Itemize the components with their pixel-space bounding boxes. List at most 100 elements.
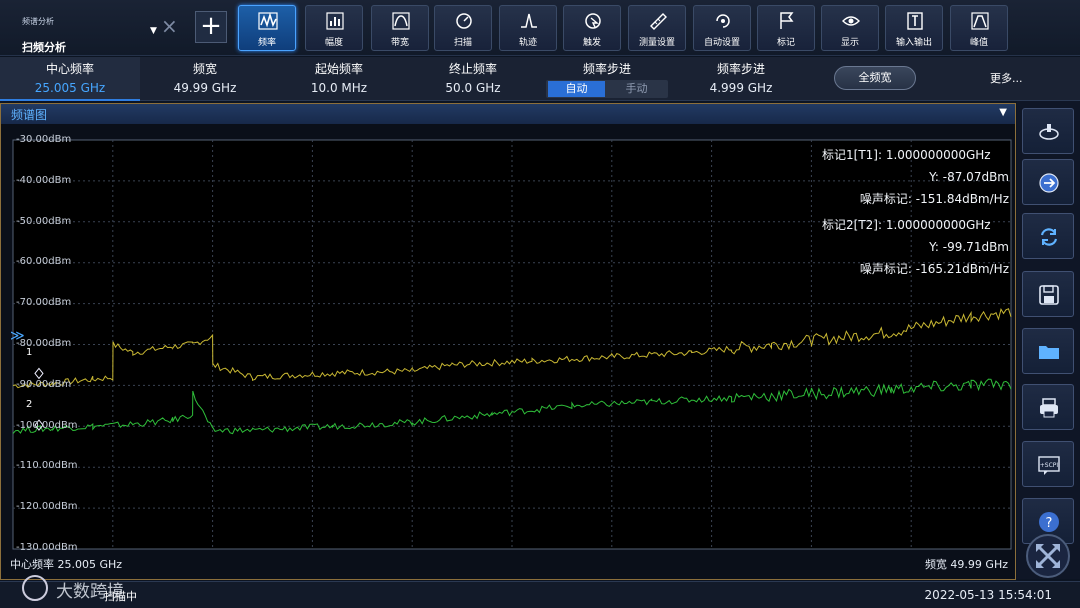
sidebar-button-folder[interactable] (1022, 328, 1074, 374)
refresh-icon (1040, 228, 1058, 246)
center-frequency-value: 25.005 GHz (34, 81, 106, 95)
toolbar-button-label: 带宽 (390, 38, 409, 48)
y-axis-tick-label: -30.00dBm (16, 134, 72, 145)
scpi-icon: +SCPI (1038, 456, 1060, 475)
y-axis-tick-label: -50.00dBm (16, 215, 72, 227)
frequency-step-value: 4.999 GHz (709, 81, 773, 95)
stop-frequency-param[interactable]: 终止频率 50.0 GHz (408, 57, 538, 101)
span-label: 频宽 (192, 62, 217, 76)
stop-frequency-label: 终止频率 (448, 62, 497, 76)
toolbar-button-amplitude[interactable]: 幅度 (305, 5, 363, 51)
toolbar-button-label: 轨迹 (518, 38, 537, 48)
y-axis-tick-label: -70.00dBm (16, 297, 72, 309)
double-chevron-right-icon[interactable]: ≫ (10, 328, 25, 344)
marker2-noise: 噪声标记: -165.21dBm/Hz (859, 262, 1009, 276)
mode-name: 扫频分析 (22, 41, 66, 54)
toolbar-button-peak[interactable]: 峰值 (950, 5, 1008, 51)
sidebar-button-scpi[interactable]: +SCPI (1022, 441, 1074, 487)
toolbar-button-label: 扫描 (453, 38, 472, 48)
watermark-text: 大数跨境 (56, 582, 124, 602)
span-param[interactable]: 频宽 49.99 GHz (140, 57, 270, 101)
sidebar-button-print[interactable] (1022, 384, 1074, 430)
mode-selector[interactable]: 频谱分析 扫频分析 ▼ (8, 6, 158, 54)
center-frequency-param[interactable]: 中心频率 25.005 GHz (0, 57, 140, 101)
marker2-frequency: 标记2[T2]: 1.000000000GHz (822, 218, 991, 232)
marker1-amplitude: Y: -87.07dBm (929, 170, 1009, 184)
panel-header: 频谱图 ▼ (1, 104, 1015, 124)
frequency-step-param[interactable]: 频率步进 4.999 GHz (676, 57, 806, 101)
start-frequency-value: 10.0 MHz (310, 81, 368, 95)
toolbar-button-trace[interactable]: 轨迹 (499, 5, 557, 51)
trace-icon (521, 13, 537, 28)
spectrum-panel: 频谱图 ▼ (0, 103, 1016, 580)
marker-tag-2: 2 (26, 399, 33, 410)
span-value: 49.99 GHz (173, 81, 237, 95)
help-icon: ? (1039, 512, 1059, 532)
svg-text:?: ? (1046, 516, 1053, 531)
toolbar-button-auto[interactable]: 自动设置 (693, 5, 751, 51)
chevron-down-icon[interactable]: ▼ (999, 107, 1007, 118)
bandwidth-icon (392, 12, 410, 30)
y-axis-tick-label: -110.00dBm (16, 460, 78, 472)
flag-icon (780, 12, 794, 29)
cursor-icon (1039, 124, 1059, 140)
toolbar-button-label: 频率 (257, 38, 276, 48)
marker-tag-1: 1 (26, 347, 33, 358)
toolbar-button-label: 测量设置 (638, 38, 675, 48)
marker1-frequency: 标记1[T1]: 1.000000000GHz (822, 148, 991, 162)
toolbar-button-frequency[interactable]: 频率 (238, 5, 296, 51)
toolbar-button-label: 自动设置 (703, 38, 740, 48)
marker1-noise: 噪声标记: -151.84dBm/Hz (859, 192, 1009, 206)
svg-text:+SCPI: +SCPI (1040, 462, 1059, 469)
toolbar-button-label: 触发 (582, 38, 601, 48)
y-axis-tick-label: -40.00dBm (16, 174, 72, 186)
close-icon[interactable]: × (161, 14, 178, 38)
y-axis-tick-label: -90.00dBm (16, 378, 72, 390)
toolbar-button-label: 标记 (776, 38, 795, 48)
toolbar-button-label: 输入输出 (895, 38, 932, 48)
add-window-button[interactable]: + (195, 11, 227, 43)
toolbar-button-eye[interactable]: 显示 (821, 5, 879, 51)
eye-icon (842, 16, 860, 26)
toolbar-button-io[interactable]: 输入输出 (885, 5, 943, 51)
peak-icon (971, 12, 989, 30)
y-axis-tick-label: -60.00dBm (16, 256, 72, 268)
step-mode-toggle[interactable]: 自动 手动 (546, 80, 668, 98)
measure-icon (650, 13, 667, 30)
start-frequency-label: 起始频率 (314, 62, 363, 76)
step-auto-option[interactable]: 自动 (548, 81, 605, 97)
toolbar-button-sweep[interactable]: 扫描 (434, 5, 492, 51)
sweep-icon (456, 13, 472, 29)
toolbar-button-bandwidth[interactable]: 带宽 (371, 5, 429, 51)
step-manual-option[interactable]: 手动 (608, 81, 665, 97)
chevron-down-icon[interactable]: ▼ (150, 26, 157, 36)
y-axis-tick-label: -120.00dBm (16, 501, 78, 513)
stop-frequency-value: 50.0 GHz (445, 81, 501, 95)
center-frequency-readout: 中心频率 25.005 GHz (10, 558, 123, 571)
sidebar-button-arrow-right[interactable] (1022, 159, 1074, 205)
start-frequency-param[interactable]: 起始频率 10.0 MHz (270, 57, 408, 101)
frequency-step-label: 频率步进 (716, 62, 765, 76)
expand-button[interactable] (1026, 534, 1070, 578)
sidebar-button-refresh[interactable] (1022, 213, 1074, 259)
status-clock: 2022-05-13 15:54:01 (924, 588, 1052, 602)
amplitude-icon (326, 12, 344, 30)
cross-arrows-icon (1036, 544, 1060, 568)
toolbar-button-trigger[interactable]: 触发 (563, 5, 621, 51)
sidebar-button-cursor[interactable] (1022, 108, 1074, 154)
span-readout: 频宽 49.99 GHz (924, 558, 1008, 571)
io-icon (907, 12, 923, 30)
status-bar: 扫描中 2022-05-13 15:54:01 (0, 581, 1080, 608)
toolbar-button-flag[interactable]: 标记 (757, 5, 815, 51)
toolbar-button-label: 幅度 (324, 38, 343, 48)
parameter-bar: 中心频率 25.005 GHz 频宽 49.99 GHz 起始频率 10.0 M… (0, 57, 1080, 101)
marker2-amplitude: Y: -99.71dBm (929, 240, 1009, 254)
y-axis-tick-label: -100.00dBm (16, 419, 78, 431)
more-button[interactable]: 更多... (990, 70, 1023, 86)
center-frequency-label: 中心频率 (45, 62, 94, 76)
sidebar-button-save[interactable] (1022, 271, 1074, 317)
print-icon (1040, 398, 1058, 418)
toolbar-button-measure[interactable]: 测量设置 (628, 5, 686, 51)
full-span-button[interactable]: 全频宽 (834, 66, 916, 90)
app-window: 频谱分析 扫频分析 ▼ × + 频率 幅度 带宽 扫描 轨迹 触发 测量设置 自动设置 标记 显示… (0, 0, 1080, 608)
